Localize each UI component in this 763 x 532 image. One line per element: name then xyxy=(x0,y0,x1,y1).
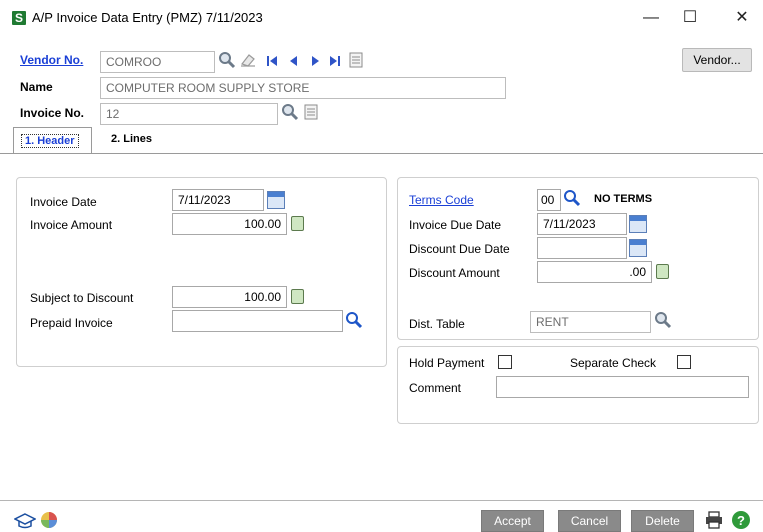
dist-table-field[interactable]: RENT xyxy=(530,311,651,333)
name-field[interactable]: COMPUTER ROOM SUPPLY STORE xyxy=(100,77,506,99)
tab-strip-line xyxy=(0,153,763,154)
graduation-cap-icon[interactable] xyxy=(14,512,36,530)
dist-table-label: Dist. Table xyxy=(409,317,465,331)
invoice-no-label: Invoice No. xyxy=(20,106,85,120)
svg-text:?: ? xyxy=(737,513,745,528)
prepaid-invoice-lookup-icon[interactable] xyxy=(345,311,363,329)
help-icon[interactable]: ? xyxy=(731,510,751,530)
cancel-button[interactable]: Cancel xyxy=(558,510,621,532)
tab-header-label: 1. Header xyxy=(21,134,79,148)
prepaid-invoice-field[interactable] xyxy=(172,310,343,332)
minimize-button[interactable]: — xyxy=(636,6,666,30)
hold-payment-checkbox[interactable] xyxy=(498,355,512,369)
accept-button[interactable]: Accept xyxy=(481,510,544,532)
name-label: Name xyxy=(20,80,53,94)
terms-description: NO TERMS xyxy=(594,193,653,205)
invoice-notes-icon[interactable] xyxy=(304,104,318,120)
dist-table-lookup-icon[interactable] xyxy=(654,311,672,329)
invoice-date-calendar-icon[interactable] xyxy=(267,191,285,209)
invoice-due-date-calendar-icon[interactable] xyxy=(629,215,647,233)
invoice-amount-calculator-icon[interactable] xyxy=(291,216,304,231)
separate-check-label: Separate Check xyxy=(570,356,657,370)
prepaid-invoice-label: Prepaid Invoice xyxy=(30,316,113,330)
invoice-lookup-icon[interactable] xyxy=(281,103,299,121)
comment-label: Comment xyxy=(409,381,462,395)
tab-header[interactable]: 1. Header xyxy=(13,127,92,153)
subject-to-discount-field[interactable]: 100.00 xyxy=(172,286,287,308)
discount-due-date-label: Discount Due Date xyxy=(409,242,510,256)
window-title: A/P Invoice Data Entry (PMZ) 7/11/2023 xyxy=(32,10,263,25)
vendor-no-field[interactable]: COMROO xyxy=(100,51,215,73)
last-record-icon[interactable] xyxy=(328,54,342,68)
discount-amount-label: Discount Amount xyxy=(409,266,500,280)
next-record-icon[interactable] xyxy=(308,54,322,68)
close-button[interactable]: ✕ xyxy=(727,6,757,30)
vendor-clear-icon[interactable] xyxy=(239,52,257,68)
invoice-no-field[interactable]: 12 xyxy=(100,103,278,125)
discount-amount-field[interactable]: .00 xyxy=(537,261,652,283)
invoice-due-date-field[interactable]: 7/11/2023 xyxy=(537,213,627,235)
maximize-button[interactable]: ☐ xyxy=(675,6,705,30)
invoice-date-field[interactable]: 7/11/2023 xyxy=(172,189,264,211)
previous-record-icon[interactable] xyxy=(287,54,301,68)
invoice-date-label: Invoice Date xyxy=(30,195,97,209)
terms-code-lookup-icon[interactable] xyxy=(563,189,581,207)
app-icon: S xyxy=(12,11,26,25)
delete-button[interactable]: Delete xyxy=(631,510,694,532)
tab-lines[interactable]: 2. Lines xyxy=(104,127,174,153)
invoice-amount-field[interactable]: 100.00 xyxy=(172,213,287,235)
terms-code-field[interactable]: 00 xyxy=(537,189,561,211)
color-wheel-icon[interactable] xyxy=(40,511,58,529)
discount-due-date-field[interactable] xyxy=(537,237,627,259)
footer-divider xyxy=(0,500,763,501)
notes-icon[interactable] xyxy=(349,52,363,68)
discount-due-date-calendar-icon[interactable] xyxy=(629,239,647,257)
invoice-amount-label: Invoice Amount xyxy=(30,218,113,232)
first-record-icon[interactable] xyxy=(265,54,279,68)
invoice-due-date-label: Invoice Due Date xyxy=(409,218,502,232)
vendor-no-label[interactable]: Vendor No. xyxy=(20,53,83,67)
separate-check-checkbox[interactable] xyxy=(677,355,691,369)
terms-code-label[interactable]: Terms Code xyxy=(409,193,474,207)
hold-payment-label: Hold Payment xyxy=(409,356,485,370)
subject-to-discount-calculator-icon[interactable] xyxy=(291,289,304,304)
vendor-button[interactable]: Vendor... xyxy=(682,48,752,72)
vendor-lookup-icon[interactable] xyxy=(218,51,236,69)
subject-to-discount-label: Subject to Discount xyxy=(30,291,134,305)
printer-icon[interactable] xyxy=(704,511,724,529)
comment-field[interactable] xyxy=(496,376,749,398)
discount-amount-calculator-icon[interactable] xyxy=(656,264,669,279)
